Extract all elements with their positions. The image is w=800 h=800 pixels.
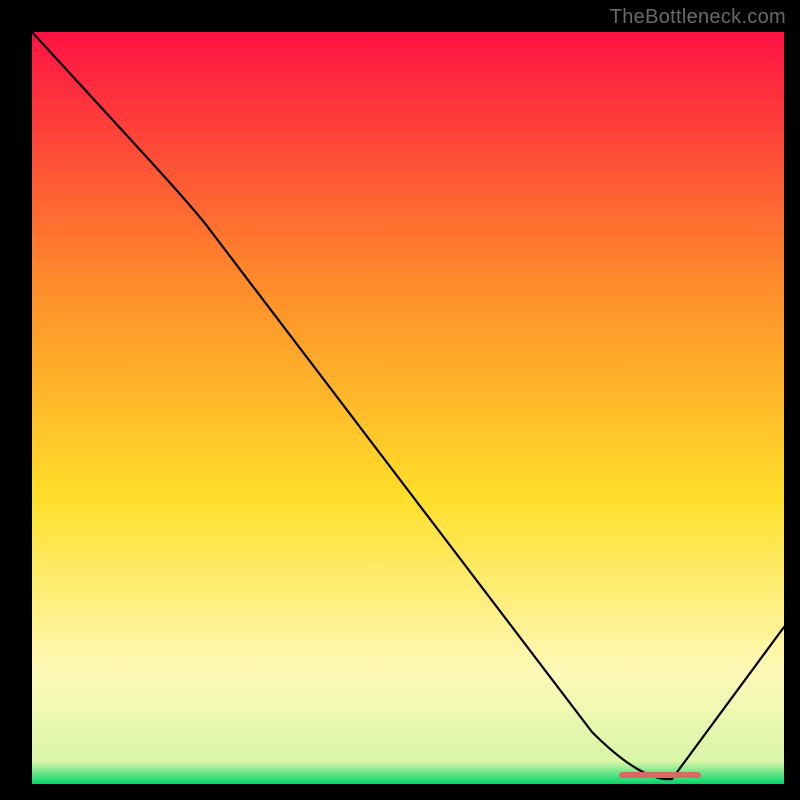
chart-background — [32, 32, 784, 784]
watermark-text: TheBottleneck.com — [610, 6, 786, 29]
chart-stage: TheBottleneck.com — [0, 0, 800, 800]
plot-area — [32, 32, 784, 784]
chart-svg — [32, 32, 784, 784]
optimum-marker — [619, 772, 702, 778]
